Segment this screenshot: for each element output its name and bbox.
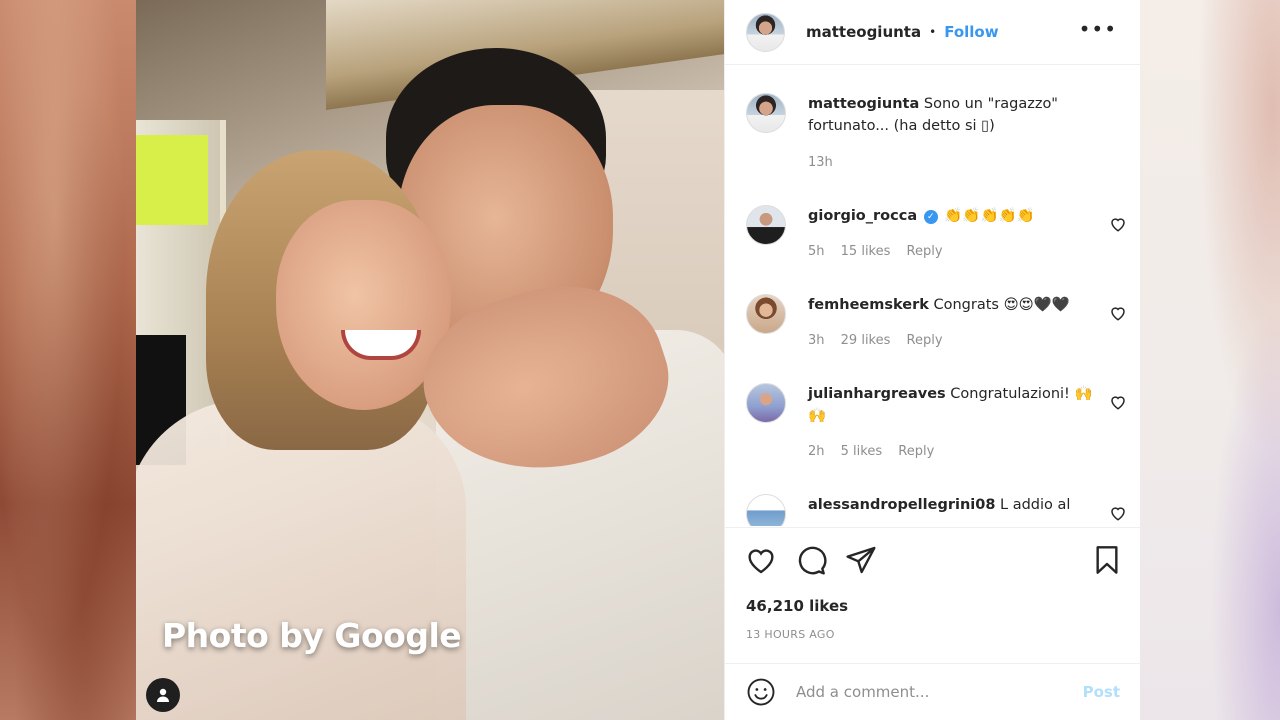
- add-comment-bar: Post: [725, 663, 1141, 720]
- caption-text-block: matteogiunta Sono un "ragazzo" fortunato…: [808, 93, 1098, 137]
- comment-reply-button[interactable]: Reply: [907, 333, 943, 348]
- caption-time[interactable]: 13h: [808, 155, 833, 170]
- comment-text-block: giorgio_rocca ✓ 👏👏👏👏👏: [808, 205, 1098, 227]
- comment-username[interactable]: julianhargreaves: [808, 386, 946, 402]
- comment-text: 👏👏👏👏👏: [944, 208, 1035, 224]
- comment-like-heart-icon[interactable]: [1109, 215, 1127, 233]
- save-bookmark-icon[interactable]: [1091, 544, 1123, 576]
- comment-item: alessandropellegrini08 L addio al: [746, 494, 1126, 526]
- like-heart-icon[interactable]: [745, 544, 777, 576]
- photo-watermark-caption: Photo by Google: [162, 616, 462, 655]
- comment-likes[interactable]: 15 likes: [841, 244, 891, 259]
- comment-like-heart-icon[interactable]: [1109, 393, 1127, 411]
- header-separator: •: [929, 25, 937, 39]
- comment-bubble-icon[interactable]: [795, 544, 827, 576]
- comment-item: femheemskerk Congrats 😍😍🖤🖤 3h 29 likes R…: [746, 294, 1126, 364]
- tagged-users-button[interactable]: [146, 678, 180, 712]
- comment-item: julianhargreaves Congratulazioni! 🙌🙌 2h …: [746, 383, 1126, 473]
- comment-reply-button[interactable]: Reply: [907, 244, 943, 259]
- user-icon: [157, 688, 169, 702]
- author-username[interactable]: matteogiunta: [806, 23, 921, 41]
- comment-text-block: femheemskerk Congrats 😍😍🖤🖤: [808, 294, 1098, 316]
- post-photo[interactable]: Photo by Google: [136, 0, 724, 720]
- comment-likes[interactable]: 29 likes: [841, 333, 891, 348]
- post-caption: matteogiunta Sono un "ragazzo" fortunato…: [746, 93, 1126, 183]
- comment-meta: 5h 15 likes Reply: [808, 244, 955, 259]
- share-paper-plane-icon[interactable]: [845, 544, 877, 576]
- comment-likes[interactable]: 5 likes: [841, 444, 882, 459]
- post-header: matteogiunta • Follow •••: [725, 0, 1141, 65]
- comment-like-heart-icon[interactable]: [1109, 304, 1127, 322]
- author-avatar[interactable]: [746, 12, 785, 52]
- post-comment-button[interactable]: Post: [1083, 683, 1120, 701]
- comment-meta: 3h 29 likes Reply: [808, 333, 955, 348]
- verified-badge-icon: ✓: [923, 210, 938, 224]
- comment-input[interactable]: [796, 683, 1066, 701]
- comments-list[interactable]: matteogiunta Sono un "ragazzo" fortunato…: [725, 66, 1141, 526]
- comment-avatar[interactable]: [746, 494, 786, 526]
- likes-count[interactable]: 46,210 likes: [746, 597, 848, 615]
- comment-text: Congrats 😍😍🖤🖤: [933, 297, 1070, 313]
- comment-avatar[interactable]: [746, 205, 786, 245]
- comment-avatar[interactable]: [746, 383, 786, 423]
- post-panel: matteogiunta • Follow ••• matteogiunta S…: [724, 0, 1141, 720]
- comment-username[interactable]: femheemskerk: [808, 297, 929, 313]
- comment-avatar[interactable]: [746, 294, 786, 334]
- post-actions: 46,210 likes 13 HOURS AGO: [725, 527, 1141, 663]
- follow-button[interactable]: Follow: [944, 23, 998, 41]
- more-options-icon[interactable]: •••: [1079, 17, 1117, 41]
- comment-time[interactable]: 2h: [808, 444, 825, 459]
- photo-shelf-light: [136, 135, 208, 225]
- emoji-picker-icon[interactable]: [746, 677, 776, 707]
- post-timestamp[interactable]: 13 HOURS AGO: [746, 628, 835, 641]
- comment-meta: 2h 5 likes Reply: [808, 444, 946, 459]
- comment-text-block: julianhargreaves Congratulazioni! 🙌🙌: [808, 383, 1098, 427]
- blurred-background-left: [0, 0, 136, 720]
- comment-item: giorgio_rocca ✓ 👏👏👏👏👏 5h 15 likes Reply: [746, 205, 1126, 275]
- comment-text-block: alessandropellegrini08 L addio al: [808, 494, 1108, 516]
- caption-author-avatar[interactable]: [746, 93, 786, 133]
- comment-username[interactable]: alessandropellegrini08: [808, 497, 995, 513]
- comment-like-heart-icon[interactable]: [1109, 504, 1127, 522]
- comment-username[interactable]: giorgio_rocca: [808, 208, 917, 224]
- comment-reply-button[interactable]: Reply: [898, 444, 934, 459]
- caption-meta: 13h: [808, 155, 845, 170]
- comment-time[interactable]: 5h: [808, 244, 825, 259]
- comment-time[interactable]: 3h: [808, 333, 825, 348]
- caption-username[interactable]: matteogiunta: [808, 96, 919, 112]
- blurred-background-right: [1140, 0, 1280, 720]
- comment-text: L addio al: [1000, 497, 1071, 513]
